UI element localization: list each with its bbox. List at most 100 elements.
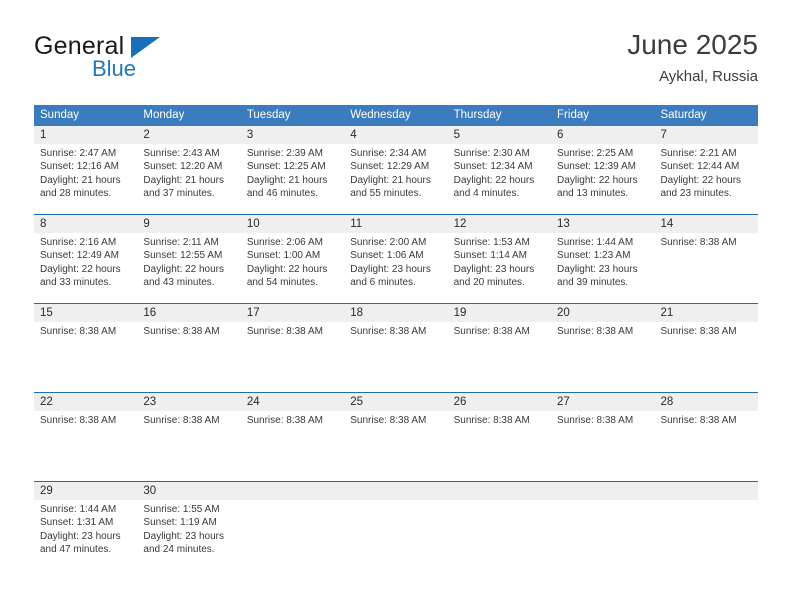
day-detail-line: Sunrise: 8:38 AM: [660, 237, 737, 248]
day-cell-10[interactable]: Sunrise: 2:06 AM Sunset: 1:00 AM Daylight:…: [240, 233, 345, 303]
day-cell-3[interactable]: Sunrise: 2:39 AM Sunset: 12:25 AM Daylight…: [240, 144, 345, 214]
day-number-11[interactable]: 11: [344, 215, 448, 233]
day-detail-line: Sunrise: 2:43 AM: [143, 148, 220, 159]
day-cell-13[interactable]: Sunrise: 1:44 AM Sunset: 1:23 AM Daylight:…: [551, 233, 655, 303]
calendar-week-row: 8 9 10 11 12 13 14 Sunrise: 2:16 AM Sunset: 12:4…: [34, 214, 758, 303]
day-number-6[interactable]: 6: [551, 126, 655, 144]
day-number-5[interactable]: 5: [447, 126, 552, 144]
day-cell-8[interactable]: Sunrise: 2:16 AM Sunset: 12:49 AM Daylight…: [34, 233, 138, 303]
calendar-week-row: 29 30 Sunrise: 1:44 AM Sunset: 1:31 AM Dayli…: [34, 481, 758, 570]
day-number-27[interactable]: 27: [551, 393, 655, 411]
day-detail-line: Daylight: 23 hours: [40, 530, 121, 542]
day-cell-18[interactable]: Sunrise: 8:38 AM: [344, 322, 448, 392]
day-cell-30[interactable]: Sunrise: 1:55 AM Sunset: 1:19 AM Daylight:…: [137, 500, 241, 570]
day-number-25[interactable]: 25: [344, 393, 448, 411]
day-cell-11[interactable]: Sunrise: 2:00 AM Sunset: 1:06 AM Daylight:…: [344, 233, 448, 303]
day-cell-14[interactable]: Sunrise: 8:38 AM: [654, 233, 758, 303]
day-cell-24[interactable]: Sunrise: 8:38 AM: [240, 411, 345, 481]
day-number-20[interactable]: 20: [551, 304, 655, 322]
day-detail-line: Daylight: 22 hours: [557, 174, 638, 186]
day-number-17[interactable]: 17: [240, 304, 345, 322]
day-number-22[interactable]: 22: [34, 393, 138, 411]
day-cell-22[interactable]: Sunrise: 8:38 AM: [34, 411, 138, 481]
day-number-2[interactable]: 2: [137, 126, 241, 144]
day-cell-6[interactable]: Sunrise: 2:25 AM Sunset: 12:39 AM Daylight…: [551, 144, 655, 214]
day-number-28[interactable]: 28: [654, 393, 758, 411]
day-detail-line: Sunrise: 8:38 AM: [660, 415, 737, 426]
day-number-8[interactable]: 8: [34, 215, 138, 233]
day-detail-line: Daylight: 22 hours: [246, 263, 328, 275]
day-number-24[interactable]: 24: [240, 393, 345, 411]
day-detail-row: Sunrise: 8:38 AM Sunrise: 8:38 AM Sunrise:…: [34, 411, 758, 481]
day-cell-1[interactable]: Sunrise: 2:47 AM Sunset: 12:16 AM Daylight…: [34, 144, 138, 214]
weekday-header-wednesday: Wednesday: [344, 105, 448, 126]
day-cell-20[interactable]: Sunrise: 8:38 AM: [551, 322, 655, 392]
day-number-23[interactable]: 23: [137, 393, 241, 411]
day-detail-line: Sunrise: 8:38 AM: [350, 326, 427, 337]
day-number-13[interactable]: 13: [551, 215, 655, 233]
day-cell-17[interactable]: Sunrise: 8:38 AM: [240, 322, 345, 392]
day-number-18[interactable]: 18: [344, 304, 448, 322]
day-detail-line: Daylight: 21 hours: [40, 174, 121, 186]
day-cell-9[interactable]: Sunrise: 2:11 AM Sunset: 12:55 AM Daylight…: [137, 233, 241, 303]
day-number-12[interactable]: 12: [447, 215, 552, 233]
day-cell-26[interactable]: Sunrise: 8:38 AM: [447, 411, 552, 481]
day-cell-15[interactable]: Sunrise: 8:38 AM: [34, 322, 138, 392]
day-cell-25[interactable]: Sunrise: 8:38 AM: [344, 411, 448, 481]
day-detail-line: Sunrise: 8:38 AM: [143, 415, 220, 426]
page-title: June 2025: [627, 29, 758, 60]
day-number-1[interactable]: 1: [34, 126, 138, 144]
calendar-week-row: 22 23 24 25 26 27 28 Sunrise: 8:38 AM Sunrise: 8…: [34, 392, 758, 481]
day-number-empty: [344, 482, 448, 500]
day-detail-line: Daylight: 22 hours: [40, 263, 121, 275]
day-cell-7[interactable]: Sunrise: 2:21 AM Sunset: 12:44 AM Daylight…: [654, 144, 758, 214]
weekday-header-sunday: Sunday: [34, 105, 138, 126]
day-detail-line: Sunset: 12:44 AM: [660, 161, 740, 173]
day-detail-row: Sunrise: 1:44 AM Sunset: 1:31 AM Daylight:…: [34, 500, 758, 570]
day-cell-12[interactable]: Sunrise: 1:53 AM Sunset: 1:14 AM Daylight:…: [447, 233, 552, 303]
day-detail-line: Sunrise: 8:38 AM: [143, 326, 220, 337]
day-number-4[interactable]: 4: [344, 126, 448, 144]
day-cell-23[interactable]: Sunrise: 8:38 AM: [137, 411, 241, 481]
day-number-10[interactable]: 10: [240, 215, 345, 233]
calendar-page: General Blue June 2025 Aykhal, Russia Su…: [0, 0, 792, 612]
day-number-19[interactable]: 19: [447, 304, 552, 322]
day-number-7[interactable]: 7: [654, 126, 758, 144]
day-number-14[interactable]: 14: [654, 215, 758, 233]
day-detail-line: Sunset: 12:29 AM: [350, 161, 430, 173]
day-detail-line: and 23 minutes.: [660, 188, 732, 200]
day-number-empty: [447, 482, 552, 500]
day-detail-line: Sunset: 12:39 AM: [557, 161, 636, 173]
weekday-header-row: Sunday Monday Tuesday Wednesday Thursday Frid…: [34, 105, 758, 126]
day-number-21[interactable]: 21: [654, 304, 758, 322]
day-cell-28[interactable]: Sunrise: 8:38 AM: [654, 411, 758, 481]
date-number-row: 1234567: [34, 126, 758, 144]
day-number-3[interactable]: 3: [240, 126, 345, 144]
day-detail-line: Sunset: 1:23 AM: [557, 250, 631, 262]
day-cell-27[interactable]: Sunrise: 8:38 AM: [551, 411, 655, 481]
day-detail-line: Sunset: 12:55 AM: [143, 250, 223, 262]
day-detail-line: Sunrise: 1:55 AM: [143, 504, 220, 515]
day-cell-4[interactable]: Sunrise: 2:34 AM Sunset: 12:29 AM Daylight…: [344, 144, 448, 214]
day-cell-16[interactable]: Sunrise: 8:38 AM: [137, 322, 241, 392]
day-cell-5[interactable]: Sunrise: 2:30 AM Sunset: 12:34 AM Daylight…: [447, 144, 552, 214]
day-detail-line: Sunset: 12:20 AM: [143, 161, 223, 173]
day-cell-19[interactable]: Sunrise: 8:38 AM: [447, 322, 552, 392]
day-cell-21[interactable]: Sunrise: 8:38 AM: [654, 322, 758, 392]
brand-logo[interactable]: General Blue: [34, 32, 274, 90]
day-number-29[interactable]: 29: [34, 482, 138, 500]
day-number-15[interactable]: 15: [34, 304, 138, 322]
day-detail-line: Daylight: 23 hours: [350, 263, 431, 275]
day-number-26[interactable]: 26: [447, 393, 552, 411]
day-detail-line: Daylight: 23 hours: [453, 263, 535, 275]
day-number-9[interactable]: 9: [137, 215, 241, 233]
day-detail-line: Daylight: 22 hours: [143, 263, 225, 275]
day-detail-line: Sunset: 1:31 AM: [40, 517, 114, 529]
day-cell-2[interactable]: Sunrise: 2:43 AM Sunset: 12:20 AM Daylight…: [137, 144, 241, 214]
day-detail-line: Sunrise: 1:44 AM: [557, 237, 634, 248]
day-number-16[interactable]: 16: [137, 304, 241, 322]
brand-name-blue: Blue: [92, 56, 137, 81]
day-detail-line: Sunrise: 2:47 AM: [40, 148, 117, 159]
day-number-30[interactable]: 30: [137, 482, 241, 500]
day-cell-29[interactable]: Sunrise: 1:44 AM Sunset: 1:31 AM Daylight:…: [34, 500, 138, 570]
